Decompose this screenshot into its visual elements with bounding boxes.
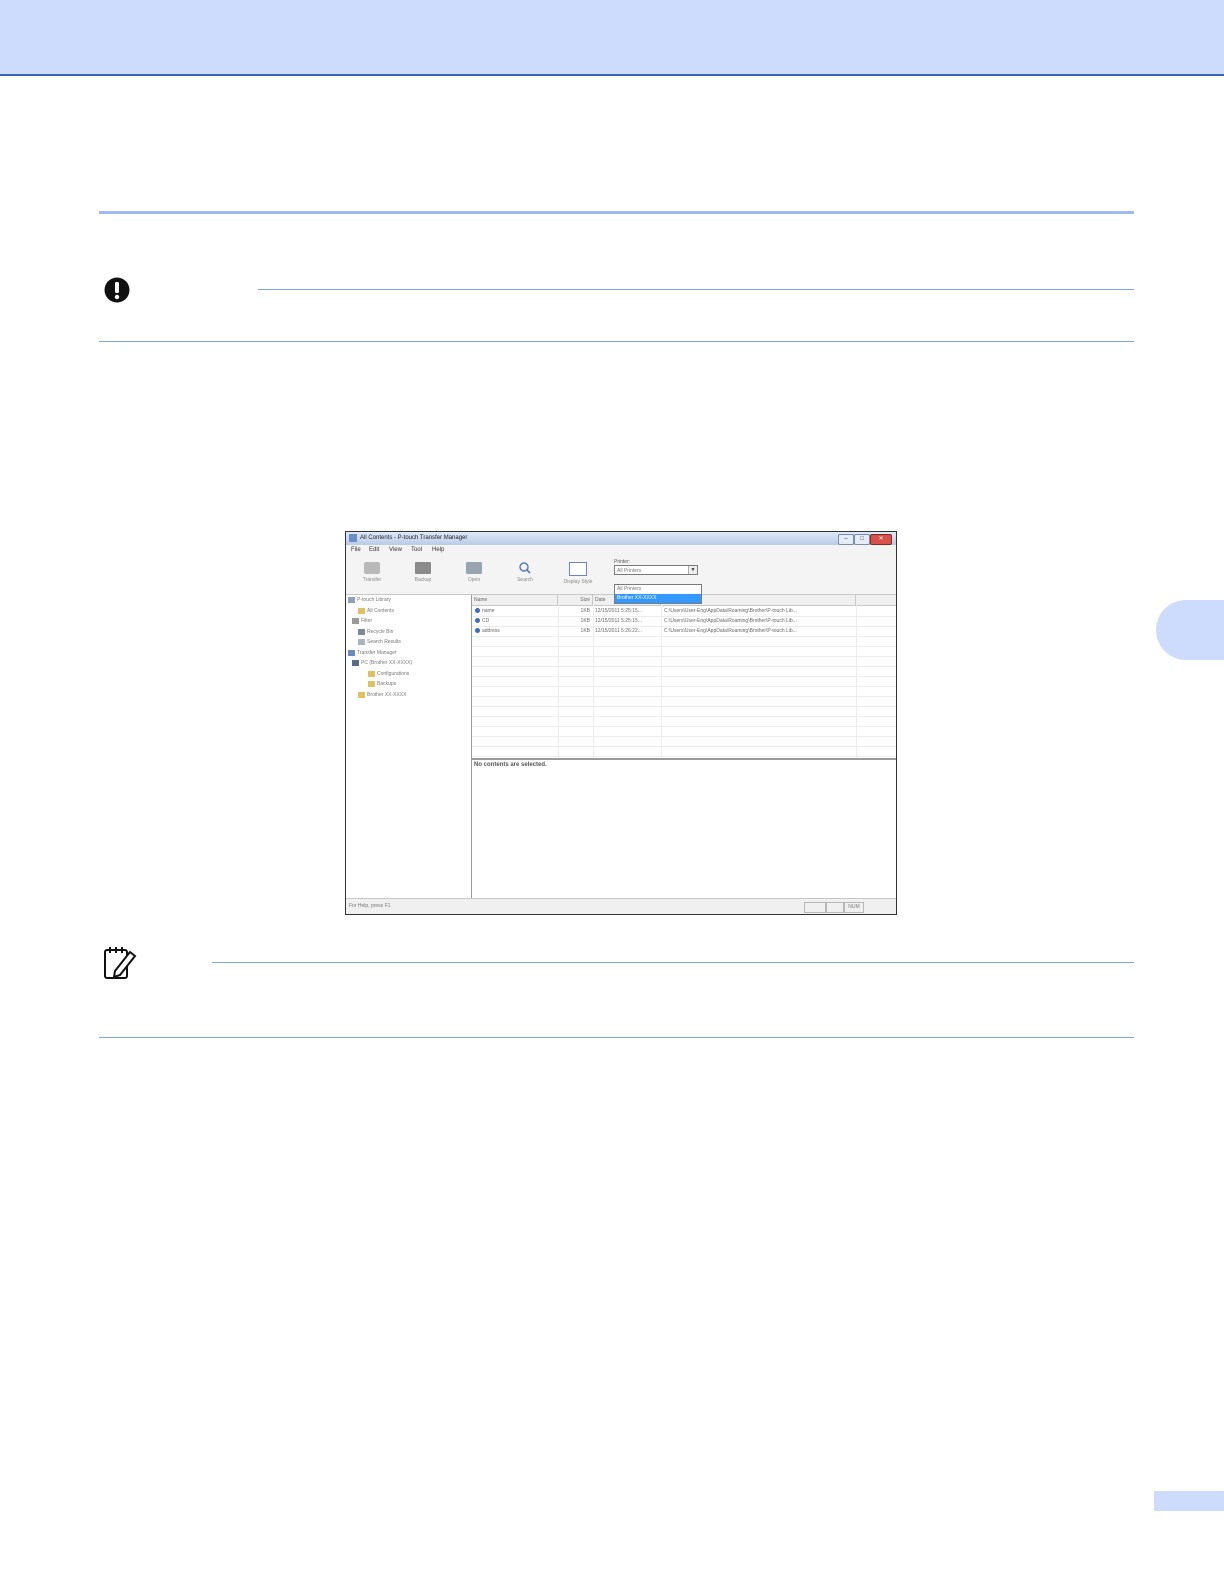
row-name: address — [482, 628, 500, 634]
template-icon — [475, 628, 480, 634]
column-gridline — [558, 605, 559, 758]
menu-view[interactable]: View — [389, 547, 402, 553]
page-header-band — [0, 0, 1224, 76]
open-button[interactable]: Open — [454, 560, 494, 590]
folder-icon — [368, 670, 375, 677]
printer-dropdown: All Printers Brother XX-XXXX — [614, 584, 702, 604]
printer-option-highlighted[interactable]: Brother XX-XXXX — [615, 594, 701, 603]
backup-button[interactable]: Backup — [403, 560, 443, 590]
app-icon — [349, 534, 357, 542]
transfer-label: Transfer — [362, 577, 382, 583]
printer-icon — [358, 691, 365, 698]
recycle-bin-icon — [358, 628, 365, 635]
detail-message: No contents are selected. — [474, 762, 547, 768]
page-number-tab — [1154, 1491, 1224, 1511]
column-size[interactable]: Size — [558, 595, 593, 605]
contents-list: Name Size Date Location name 1KB 12/15/2… — [472, 595, 896, 760]
transfer-icon — [364, 562, 380, 574]
important-top-rule — [258, 289, 1134, 290]
display-style-icon — [569, 562, 587, 576]
important-bottom-rule — [99, 341, 1134, 342]
status-bar: For Help, press F1 NUM — [346, 898, 896, 914]
printer-selector: Printer: All Printers ▼ — [614, 559, 704, 575]
backup-icon — [415, 562, 431, 574]
search-button[interactable]: Search — [505, 560, 545, 590]
transfer-button[interactable]: Transfer — [352, 560, 392, 590]
tree-item-filter[interactable]: Filter — [352, 617, 372, 626]
backup-label: Backup — [414, 577, 432, 583]
tree-item-configurations[interactable]: Configurations — [368, 670, 409, 679]
section-divider — [99, 211, 1134, 214]
row-size: 1KB — [580, 628, 590, 634]
row-name: CD — [482, 618, 490, 624]
template-icon — [475, 608, 480, 614]
row-size: 1KB — [580, 608, 590, 614]
maximize-button[interactable]: □ — [854, 534, 870, 545]
row-name: name — [482, 608, 495, 614]
menu-tool[interactable]: Tool — [411, 547, 422, 553]
filter-icon — [352, 617, 359, 624]
row-date: 12/15/2011 5:26:22... — [595, 628, 642, 634]
row-size: 1KB — [580, 618, 590, 624]
printer-option[interactable]: All Printers — [615, 585, 701, 594]
search-results-icon — [358, 638, 365, 645]
display-style-label: Display Style — [563, 579, 593, 585]
status-pane-num: NUM — [844, 902, 864, 913]
open-label: Open — [467, 577, 481, 583]
menu-edit[interactable]: Edit — [369, 547, 379, 553]
search-icon — [519, 562, 531, 574]
row-location: C:\Users\User-Eng\AppData\Roaming\Brothe… — [664, 608, 797, 614]
column-name[interactable]: Name — [472, 595, 558, 605]
printer-value: All Printers — [617, 568, 642, 574]
row-location: C:\Users\User-Eng\AppData\Roaming\Brothe… — [664, 628, 797, 634]
row-date: 12/15/2011 5:25:15... — [595, 618, 642, 624]
window-title: All Contents - P-touch Transfer Manager — [360, 535, 468, 541]
template-icon — [475, 618, 480, 624]
important-icon — [104, 277, 130, 303]
chevron-down-icon[interactable]: ▼ — [688, 566, 697, 574]
tree-item-pc[interactable]: PC (Brother XX-XXXX) — [352, 659, 412, 668]
status-pane — [804, 902, 826, 913]
minimize-button[interactable]: – — [838, 534, 854, 545]
status-text: For Help, press F1 — [349, 903, 391, 909]
column-gridline — [593, 605, 594, 758]
tree-item-recycle-bin[interactable]: Recycle Bin — [358, 628, 393, 637]
computer-icon — [352, 659, 359, 666]
folder-icon — [368, 680, 375, 687]
printer-select[interactable]: All Printers ▼ — [614, 565, 698, 575]
menu-help[interactable]: Help — [432, 547, 444, 553]
tree-item-all-contents[interactable]: All Contents — [358, 607, 394, 616]
table-row — [472, 746, 896, 757]
note-bottom-rule — [99, 1037, 1134, 1038]
note-top-rule — [212, 962, 1134, 963]
menu-file[interactable]: File — [351, 547, 361, 553]
search-label: Search — [517, 577, 533, 583]
tree-item-printer[interactable]: Brother XX-XXXX — [358, 691, 406, 700]
status-pane — [826, 902, 844, 913]
note-icon — [104, 947, 137, 979]
open-folder-icon — [466, 562, 482, 574]
transfer-manager-window: All Contents - P-touch Transfer Manager … — [345, 531, 897, 915]
tree-item-search-results[interactable]: Search Results — [358, 638, 401, 647]
title-bar: All Contents - P-touch Transfer Manager … — [346, 532, 896, 545]
row-location: C:\Users\User-Eng\AppData\Roaming\Brothe… — [664, 618, 797, 624]
transfer-manager-icon — [348, 649, 355, 656]
tree-item-transfer-manager[interactable]: Transfer Manager — [348, 649, 397, 658]
chapter-tab — [1156, 600, 1224, 660]
display-style-button[interactable]: Display Style — [556, 560, 600, 590]
row-date: 12/15/2011 5:25:15... — [595, 608, 642, 614]
column-gridline — [856, 605, 857, 758]
tree-item-ptouch-library[interactable]: P-touch Library — [348, 596, 391, 605]
close-button[interactable]: ✕ — [870, 534, 892, 545]
library-tree: P-touch Library All Contents Filter Recy… — [346, 595, 472, 898]
library-icon — [348, 596, 355, 603]
column-gridline — [661, 605, 662, 758]
folder-icon — [358, 607, 365, 614]
detail-pane: No contents are selected. — [472, 760, 896, 898]
tree-item-backups[interactable]: Backups — [368, 680, 396, 689]
